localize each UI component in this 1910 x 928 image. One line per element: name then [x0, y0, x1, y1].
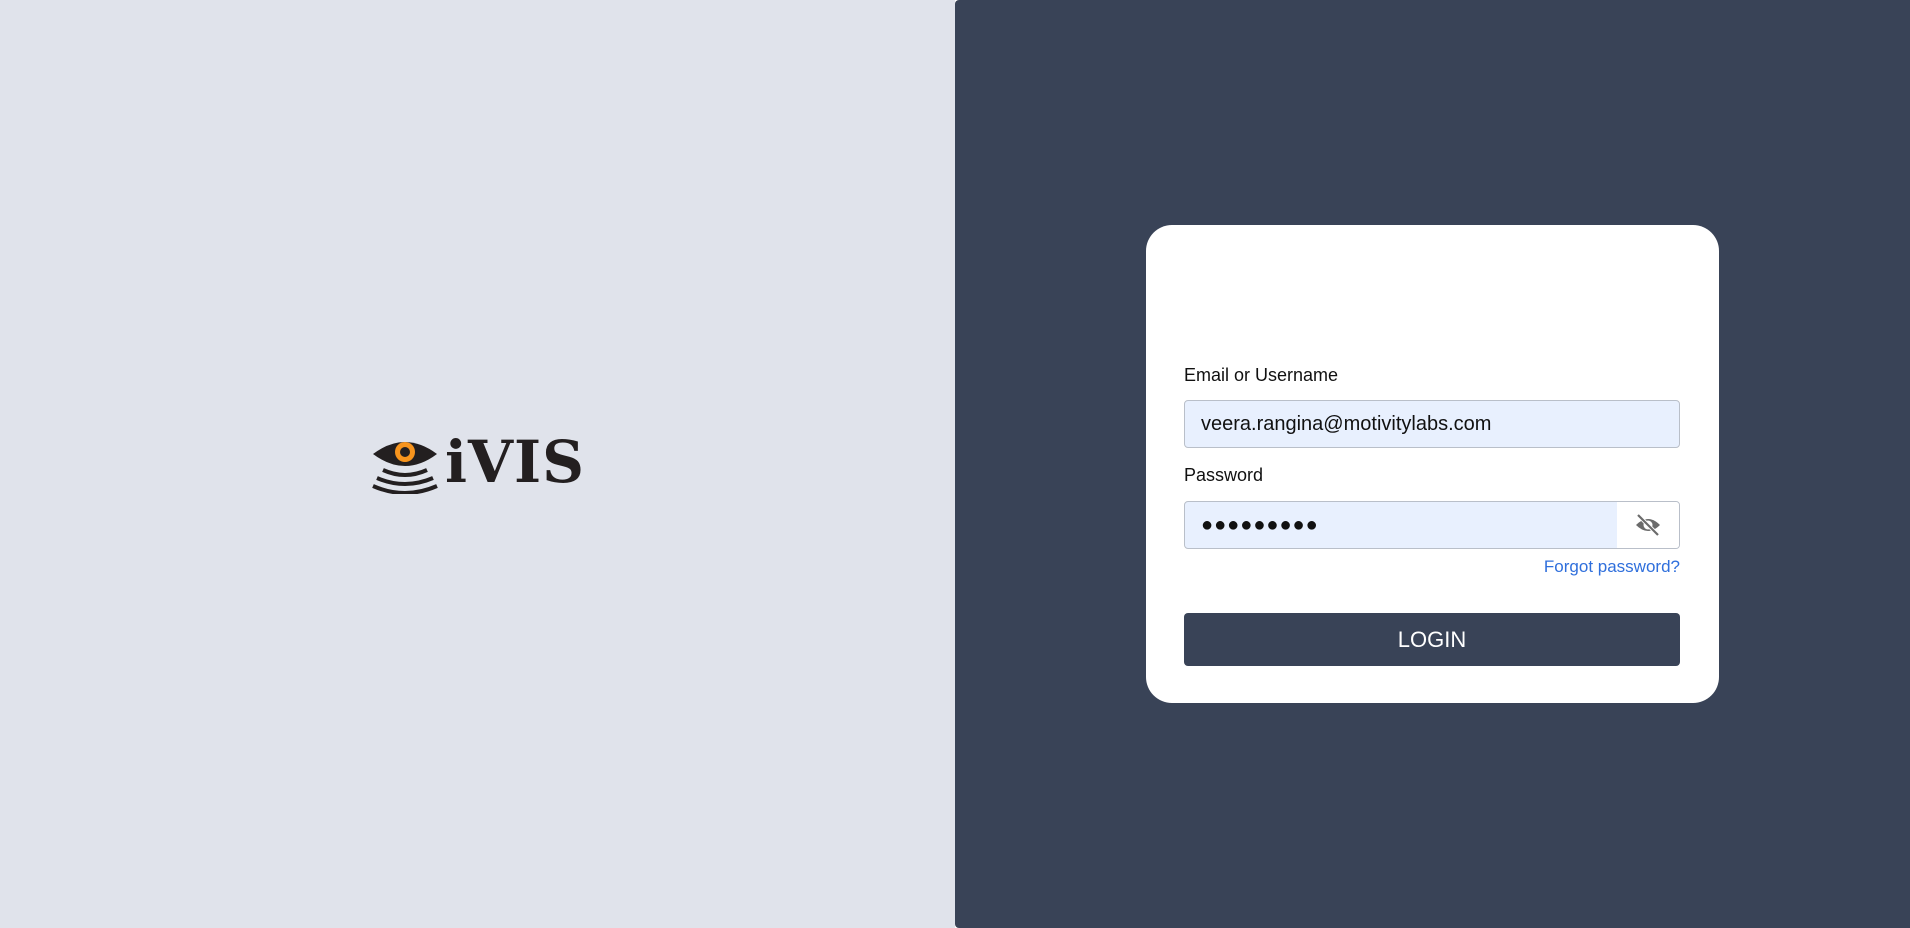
login-card: iVIS Email or Username veera.rangina@mot… [1146, 225, 1719, 703]
logo-text: iVIS [445, 428, 586, 496]
forgot-password-link[interactable]: Forgot password? [1544, 557, 1680, 577]
ivis-logo: iVIS [369, 430, 585, 494]
email-label: Email or Username [1184, 365, 1339, 385]
password-value: ●●●●●●●●● [1201, 513, 1319, 536]
email-input[interactable]: veera.rangina@motivitylabs.com [1184, 400, 1680, 448]
brand-panel: iVIS [0, 0, 955, 928]
email-value: veera.rangina@motivitylabs.com [1201, 412, 1492, 435]
password-label: Password [1184, 465, 1264, 485]
password-input[interactable]: ●●●●●●●●● [1184, 501, 1680, 549]
eye-logo-icon [372, 442, 438, 494]
toggle-password-visibility-button[interactable] [1617, 502, 1679, 548]
login-button[interactable]: LOGIN [1184, 613, 1680, 666]
eye-off-icon [1636, 513, 1660, 537]
